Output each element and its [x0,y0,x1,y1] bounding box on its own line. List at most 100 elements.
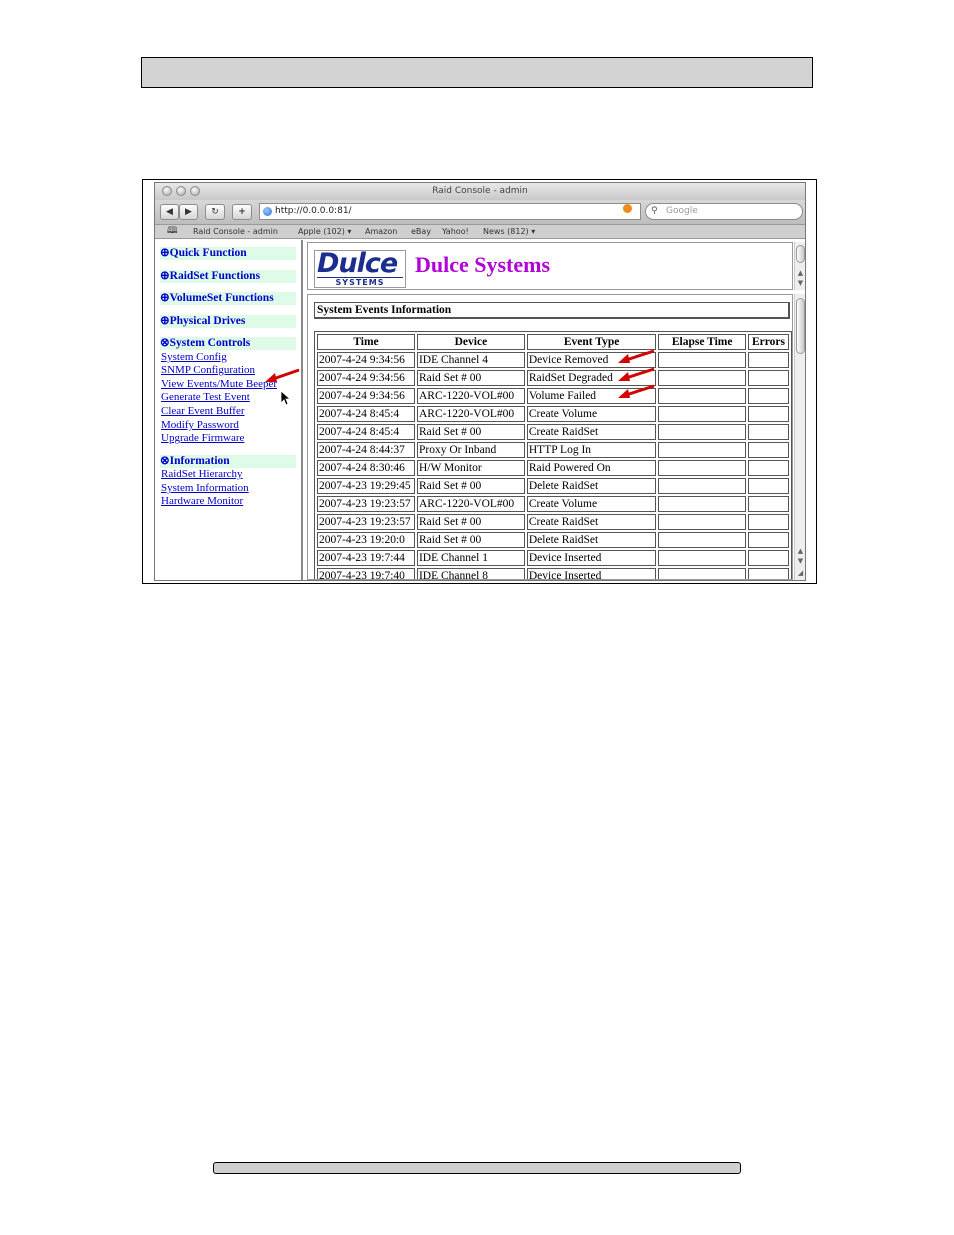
cell-errors [748,532,789,548]
address-bar[interactable]: http://0.0.0.0:81/ [259,203,641,220]
book-icon[interactable]: 🕮 [167,225,178,238]
cell-event-type: Create RaidSet [526,514,657,530]
table-row: 2007-4-24 9:34:56 Raid Set # 00 RaidSet De… [317,370,789,386]
table-row: 2007-4-23 19:7:44 IDE Channel 1 Device Ins… [317,550,789,566]
scrollbar-thumb[interactable] [796,298,805,354]
zoom-window-button[interactable] [190,186,200,196]
cell-time: 2007-4-24 8:45:4 [317,424,415,440]
sidebar-link-clear-event-buffer[interactable]: Clear Event Buffer [161,405,245,418]
sidebar-section-information[interactable]: ⊗Information [160,455,296,468]
bookmark-item[interactable]: Yahoo! [442,225,469,238]
sidebar-link-view-events[interactable]: View Events/Mute Beeper [161,378,277,391]
forward-button[interactable]: ▶ [179,204,198,220]
events-scrollbar[interactable]: ▲ ▼ ◢ [794,294,805,580]
plus-icon: + [238,207,246,217]
rss-icon[interactable] [623,204,632,213]
table-header-row: Time Device Event Type Elapse Time Error… [317,334,789,350]
title-bar: Raid Console - admin [155,183,805,200]
search-icon: ⚲ [651,206,658,216]
annotation-arrow [265,368,300,382]
cell-errors [748,460,789,476]
bookmark-item[interactable]: Raid Console - admin [193,225,278,238]
back-button[interactable]: ◀ [160,204,179,220]
cell-event-type: HTTP Log In [526,442,657,458]
cell-errors [748,442,789,458]
cell-errors [748,370,789,386]
cell-elapse-time [658,496,747,512]
cell-device: ARC-1220-VOL#00 [416,406,525,422]
sidebar-link-system-information[interactable]: System Information [161,482,249,495]
cell-device: IDE Channel 1 [416,550,525,566]
cell-time: 2007-4-24 8:30:46 [317,460,415,476]
cell-time: 2007-4-24 9:34:56 [317,370,415,386]
scroll-up-icon[interactable]: ▲ [795,546,805,556]
logo-subtext: SYSTEMS [317,277,403,287]
bookmark-item[interactable]: Apple (102) ▾ [298,225,351,238]
sidebar-section-system-controls[interactable]: ⊗System Controls [160,337,296,350]
search-input[interactable]: ⚲ Google [645,203,803,220]
close-window-button[interactable] [162,186,172,196]
logo-frame: Dulce SYSTEMS Dulce Systems [307,242,793,290]
mouse-cursor-icon [280,390,292,406]
cell-errors [748,568,789,579]
cell-event-type: Create Volume [526,496,657,512]
resize-grip-icon[interactable]: ◢ [795,568,805,578]
sidebar-link-hardware-monitor[interactable]: Hardware Monitor [161,495,243,508]
cell-event-type: Create Volume [526,406,657,422]
minimize-window-button[interactable] [176,186,186,196]
cell-device: Raid Set # 00 [416,514,525,530]
sidebar-link-generate-test-event[interactable]: Generate Test Event [161,391,250,404]
cell-errors [748,550,789,566]
search-placeholder: Google [666,206,698,216]
sidebar-link-upgrade-firmware[interactable]: Upgrade Firmware [161,432,244,445]
events-table: Time Device Event Type Elapse Time Error… [314,331,792,579]
scrollbar-thumb[interactable] [796,245,805,263]
browser-window: Raid Console - admin ◀ ▶ ↻ + http://0.0.… [154,182,806,581]
sidebar-link-modify-password[interactable]: Modify Password [161,419,239,432]
sidebar-link-system-config[interactable]: System Config [161,351,227,364]
sidebar-section-raidset-functions[interactable]: ⊕RaidSet Functions [160,270,296,283]
globe-icon [263,207,272,216]
bookmark-item[interactable]: eBay [411,225,431,238]
annotation-arrow [618,367,655,381]
cell-elapse-time [658,550,747,566]
events-frame: System Events Information Time Device Ev… [307,294,793,580]
cell-event-type: Device Inserted [526,568,657,579]
cell-event-type: Delete RaidSet [526,532,657,548]
cell-errors [748,406,789,422]
table-row: 2007-4-24 8:44:37 Proxy Or Inband HTTP Log… [317,442,789,458]
column-header-elapse-time: Elapse Time [658,334,747,350]
cell-elapse-time [658,460,747,476]
reload-button[interactable]: ↻ [205,204,225,220]
page-content: ⊕Quick Function ⊕RaidSet Functions ⊕Volu… [155,240,805,580]
cell-errors [748,424,789,440]
scroll-up-icon[interactable]: ▲ [795,268,805,278]
logo-text: Dulce [317,248,398,279]
cell-elapse-time [658,478,747,494]
sidebar-section-physical-drives[interactable]: ⊕Physical Drives [160,315,296,328]
add-bookmark-button[interactable]: + [232,204,252,220]
cell-time: 2007-4-23 19:23:57 [317,514,415,530]
cell-device: IDE Channel 8 [416,568,525,579]
cell-device: Raid Set # 00 [416,370,525,386]
cell-elapse-time [658,370,747,386]
scroll-down-icon[interactable]: ▼ [795,556,805,566]
bookmark-item[interactable]: News (812) ▾ [483,225,535,238]
cell-elapse-time [658,442,747,458]
events-title: System Events Information [314,302,790,319]
scroll-down-icon[interactable]: ▼ [795,278,805,288]
table-row: 2007-4-24 9:34:56 ARC-1220-VOL#00 Volume F… [317,388,789,404]
top-frame-scrollbar[interactable]: ▲ ▼ [794,242,805,290]
cell-time: 2007-4-23 19:23:57 [317,496,415,512]
dulce-logo: Dulce SYSTEMS [314,248,406,288]
sidebar-section-volumeset-functions[interactable]: ⊕VolumeSet Functions [160,292,296,305]
table-row: 2007-4-24 8:45:4 ARC-1220-VOL#00 Create Vo… [317,406,789,422]
browser-toolbar: ◀ ▶ ↻ + http://0.0.0.0:81/ ⚲ Google [155,200,805,225]
sidebar-link-raidset-hierarchy[interactable]: RaidSet Hierarchy [161,468,243,481]
sidebar-link-snmp-configuration[interactable]: SNMP Configuration [161,364,255,377]
bookmark-item[interactable]: Amazon [365,225,397,238]
sidebar: ⊕Quick Function ⊕RaidSet Functions ⊕Volu… [155,240,303,580]
sidebar-section-quick-function[interactable]: ⊕Quick Function [160,247,296,260]
cell-errors [748,388,789,404]
cell-time: 2007-4-23 19:29:45 [317,478,415,494]
